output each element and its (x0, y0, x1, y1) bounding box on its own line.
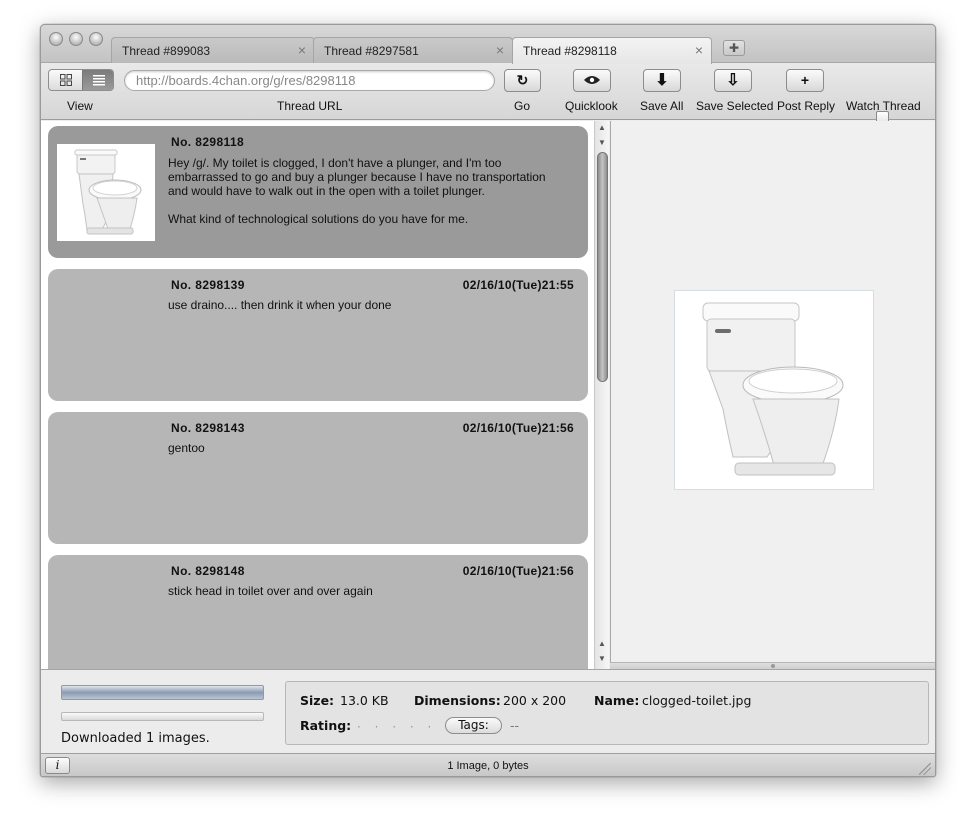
post-number: No. 8298139 (171, 278, 245, 292)
go-label: Go (514, 99, 531, 113)
post-date: 02/16/10(Tue)21:56 (462, 564, 574, 578)
dimensions-label: Dimensions: (414, 693, 501, 708)
overall-progress-bar (61, 685, 264, 700)
download-status-text: Downloaded 1 images. (61, 731, 210, 746)
thread-url-label: Thread URL (277, 99, 343, 113)
minimize-window-button[interactable] (69, 32, 83, 46)
tags-value: -- (510, 718, 520, 733)
app-window: Thread #899083 × Thread #8297581 × Threa… (40, 24, 936, 777)
post-number: No. 8298118 (171, 135, 245, 149)
post-line: embarrassed to go and buy a plunger beca… (168, 170, 546, 184)
reload-icon: ↻ (516, 72, 529, 88)
post-line: use draino.... then drink it when your d… (168, 298, 392, 312)
save-selected-button[interactable]: ⇩ (714, 69, 752, 92)
thread-post-list[interactable]: No. 8298118 Hey /g/. My toilet is clogge… (41, 121, 608, 669)
close-window-button[interactable] (49, 32, 63, 46)
list-item[interactable]: No. 8298148 02/16/10(Tue)21:56 stick hea… (48, 555, 588, 669)
scrollbar-thumb[interactable] (597, 152, 608, 382)
post-number: No. 8298143 (171, 421, 245, 435)
post-reply-button[interactable]: + (786, 69, 824, 92)
list-item[interactable]: No. 8298118 Hey /g/. My toilet is clogge… (48, 126, 588, 258)
watch-thread-label: Watch Thread (846, 99, 921, 113)
tab-thread-8297581[interactable]: Thread #8297581 × (313, 37, 513, 63)
list-item[interactable]: No. 8298143 02/16/10(Tue)21:56 gentoo (48, 412, 588, 544)
current-progress-bar (61, 712, 264, 721)
post-line: gentoo (168, 441, 205, 455)
size-value: 13.0 KB (340, 693, 389, 708)
rating-stars[interactable]: · · · · · (357, 720, 436, 734)
tab-label: Thread #8297581 (324, 44, 419, 58)
post-line: and would have to walk out in the open w… (168, 184, 485, 198)
name-value: clogged-toilet.jpg (642, 693, 752, 708)
preview-image[interactable] (674, 290, 874, 490)
post-line: Hey /g/. My toilet is clogged, I don't h… (168, 156, 502, 170)
list-item[interactable]: No. 8298139 02/16/10(Tue)21:55 use drain… (48, 269, 588, 401)
post-date: 02/16/10(Tue)21:56 (462, 421, 574, 435)
zoom-window-button[interactable] (89, 32, 103, 46)
toolbar: http://boards.4chan.org/g/res/8298118 ↻ … (41, 63, 935, 124)
tab-thread-8298118[interactable]: Thread #8298118 × (512, 37, 712, 64)
tab-close-icon[interactable]: × (496, 42, 504, 58)
quicklook-label: Quicklook (565, 99, 618, 113)
tab-close-icon[interactable]: × (695, 42, 703, 58)
tab-close-icon[interactable]: × (298, 42, 306, 58)
save-selected-label: Save Selected (696, 99, 774, 113)
download-info-panel: Downloaded 1 images. Size: 13.0 KB Dimen… (41, 669, 935, 753)
eye-icon (583, 74, 601, 88)
tags-button[interactable]: Tags: (445, 717, 502, 734)
post-date: 02/16/10(Tue)21:55 (462, 278, 574, 292)
post-body: use draino.... then drink it when your d… (168, 298, 568, 312)
rating-label: Rating: (300, 718, 352, 733)
new-tab-button[interactable]: ✚ (723, 40, 745, 56)
plus-icon: + (800, 72, 810, 88)
post-line (168, 198, 568, 212)
tab-label: Thread #8298118 (523, 44, 617, 58)
tab-thread-899083[interactable]: Thread #899083 × (111, 37, 315, 63)
pane-splitter[interactable] (610, 662, 935, 669)
post-list-scrollbar[interactable]: ▲ ▼ ▲ ▼ (594, 121, 609, 669)
thread-url-input[interactable]: http://boards.4chan.org/g/res/8298118 (124, 70, 495, 91)
image-preview-pane (610, 121, 935, 662)
download-outline-arrow-icon: ⇩ (726, 72, 740, 89)
post-body: Hey /g/. My toilet is clogged, I don't h… (168, 156, 568, 226)
image-info-box: Size: 13.0 KB Dimensions: 200 x 200 Name… (285, 681, 929, 745)
scroll-up-arrow-icon[interactable]: ▲ (598, 639, 606, 648)
list-icon[interactable] (82, 70, 113, 90)
scroll-down-arrow-icon[interactable]: ▼ (598, 654, 606, 663)
post-body: gentoo (168, 441, 568, 455)
thumbnail-grid-icon[interactable] (49, 70, 82, 90)
dimensions-value: 200 x 200 (503, 693, 567, 708)
view-label: View (67, 99, 93, 113)
quicklook-button[interactable] (573, 69, 611, 92)
post-reply-label: Post Reply (777, 99, 836, 113)
name-label: Name: (594, 693, 640, 708)
save-all-button[interactable]: ⬇ (643, 69, 681, 92)
tab-label: Thread #899083 (122, 44, 211, 58)
go-button[interactable]: ↻ (504, 69, 541, 92)
resize-grip-icon[interactable] (919, 763, 931, 775)
status-bar: i 1 Image, 0 bytes (41, 753, 935, 776)
post-number: No. 8298148 (171, 564, 245, 578)
status-text: 1 Image, 0 bytes (447, 760, 529, 772)
tab-strip: Thread #899083 × Thread #8297581 × Threa… (41, 25, 935, 64)
plus-icon: ✚ (728, 41, 740, 55)
post-thumbnail[interactable] (57, 144, 155, 241)
splitter-grip-icon (771, 664, 775, 668)
scroll-up-arrow-icon[interactable]: ▲ (598, 123, 606, 132)
view-segmented-control[interactable] (48, 69, 114, 91)
size-label: Size: (300, 693, 335, 708)
save-all-label: Save All (640, 99, 684, 113)
post-body: stick head in toilet over and over again (168, 584, 568, 598)
download-arrow-icon: ⬇ (655, 72, 669, 89)
scroll-down-arrow-icon[interactable]: ▼ (598, 138, 606, 147)
post-line: What kind of technological solutions do … (168, 212, 469, 226)
post-line: stick head in toilet over and over again (168, 584, 373, 598)
